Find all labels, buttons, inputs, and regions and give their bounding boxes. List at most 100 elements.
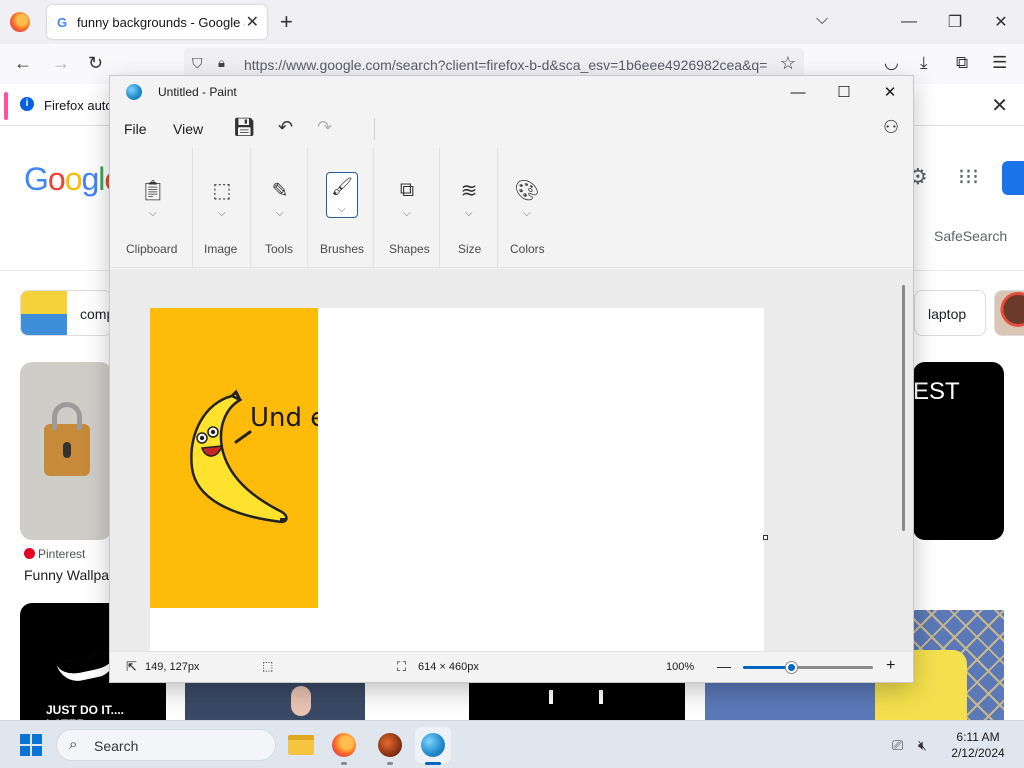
image-result-padlock[interactable] bbox=[20, 362, 112, 540]
chip-label: laptop bbox=[928, 306, 967, 322]
pocket-icon[interactable]: ◡ bbox=[884, 53, 899, 73]
file-menu[interactable]: File bbox=[124, 121, 147, 137]
view-menu[interactable]: View bbox=[173, 121, 203, 137]
chevron-down-icon[interactable]: ⌵ bbox=[338, 204, 346, 215]
paint-maximize-icon[interactable]: ☐ bbox=[821, 76, 867, 108]
paint-app-icon bbox=[126, 84, 142, 100]
clock-time: 6:11 AM bbox=[956, 730, 1000, 744]
chevron-down-icon[interactable]: ⌵ bbox=[403, 208, 411, 219]
paint-canvas[interactable]: Und e bbox=[150, 308, 764, 651]
sign-in-button[interactable] bbox=[1002, 161, 1024, 195]
windows-start-icon[interactable] bbox=[20, 734, 42, 756]
result-source[interactable]: Pinterest bbox=[24, 547, 85, 561]
chevron-down-icon[interactable]: ⌵ bbox=[149, 208, 157, 219]
new-tab-icon[interactable]: + bbox=[280, 9, 293, 35]
save-icon[interactable]: 💾︎ bbox=[233, 117, 256, 138]
close-tab-icon[interactable]: ✕ bbox=[246, 12, 259, 32]
back-arrow-icon[interactable]: ← bbox=[14, 53, 32, 74]
google-favicon-icon: G bbox=[57, 15, 68, 30]
network-icon[interactable]: ⎚ bbox=[892, 737, 903, 754]
close-window-icon[interactable]: ✕ bbox=[978, 0, 1024, 44]
undo-icon[interactable]: ↶ bbox=[278, 117, 293, 138]
forward-arrow-icon[interactable]: → bbox=[52, 53, 70, 74]
related-chip-comp[interactable]: comp bbox=[20, 290, 112, 336]
tools-icon[interactable]: ✎ bbox=[264, 174, 296, 206]
canvas-resize-handle[interactable] bbox=[763, 535, 768, 540]
ribbon-group-size: ≋ ⌵ Size bbox=[440, 148, 498, 268]
safesearch-button[interactable]: SafeSearch bbox=[934, 228, 1007, 244]
list-tabs-chevron-icon[interactable]: ⌵ bbox=[816, 11, 828, 29]
chevron-down-icon[interactable]: ⌵ bbox=[465, 208, 473, 219]
pasted-banana-image[interactable]: Und e bbox=[150, 308, 318, 608]
chevron-down-icon[interactable]: ⌵ bbox=[276, 208, 284, 219]
zoom-out-icon[interactable]: — bbox=[717, 658, 731, 674]
account-icon[interactable]: ⚇ bbox=[883, 117, 899, 138]
firefox-running-indicator bbox=[341, 762, 347, 765]
chevron-down-icon[interactable]: ⌵ bbox=[218, 208, 226, 219]
cartoon-figure bbox=[291, 686, 311, 716]
canvas-text: Und e bbox=[250, 403, 318, 433]
chip-label: comp bbox=[80, 306, 112, 322]
search-icon: ⌕ bbox=[69, 736, 78, 753]
taskbar-clock[interactable]: 6:11 AM 2/12/2024 bbox=[946, 729, 1010, 761]
palette-icon[interactable]: 🎨︎ bbox=[511, 174, 543, 206]
zoom-level[interactable]: 100% bbox=[666, 661, 694, 673]
browser-tab[interactable]: G funny backgrounds - Google Search ✕ bbox=[47, 5, 267, 39]
volume-muted-icon[interactable]: 🔇︎ bbox=[918, 737, 927, 754]
image-result-cartoon[interactable] bbox=[185, 682, 365, 722]
extensions-icon[interactable]: ⧉ bbox=[956, 53, 968, 73]
select-icon[interactable]: ⬚ bbox=[206, 174, 238, 206]
firefox-logo-icon[interactable] bbox=[10, 12, 30, 32]
ribbon-group-brushes: 🖌︎ ⌵ Brushes bbox=[308, 148, 374, 268]
paint-active-indicator bbox=[425, 762, 441, 765]
vertical-scrollbar[interactable] bbox=[902, 285, 905, 531]
taskbar-search[interactable]: ⌕ Search bbox=[56, 729, 276, 761]
bookmark-star-icon[interactable]: ☆ bbox=[780, 53, 796, 74]
downloads-icon[interactable]: ⤓ bbox=[920, 53, 928, 73]
close-notification-icon[interactable]: ✕ bbox=[991, 93, 1008, 118]
tracking-shield-icon[interactable]: ⛉ bbox=[192, 55, 203, 72]
lock-icon[interactable]: 🔒︎ bbox=[218, 55, 225, 71]
taskbar-file-explorer[interactable] bbox=[283, 727, 319, 763]
ribbon-label: Shapes bbox=[389, 242, 430, 256]
chip-thumbnail bbox=[995, 291, 1024, 335]
reload-icon[interactable]: ↻ bbox=[88, 53, 103, 74]
keyhole-icon bbox=[63, 442, 71, 458]
paint-close-icon[interactable]: ✕ bbox=[867, 76, 913, 108]
redo-icon[interactable]: ↷ bbox=[317, 117, 332, 138]
apps-grid-icon[interactable]: ⁝⁝⁝ bbox=[958, 164, 979, 190]
result-title[interactable]: Funny Wallpa bbox=[24, 567, 109, 583]
windows-taskbar: ⌕ Search ⎚ 🔇︎ 6:11 AM 2/12/2024 bbox=[0, 720, 1024, 768]
minimize-icon[interactable]: — bbox=[886, 0, 932, 44]
shapes-icon[interactable]: ⧉ bbox=[391, 174, 423, 206]
zoom-in-icon[interactable]: + bbox=[886, 657, 895, 675]
paint-menu-bar: File View 💾︎ ↶ ↷ ⚇ bbox=[110, 108, 913, 148]
taskbar-search-label: Search bbox=[94, 738, 139, 754]
zoom-slider-fill bbox=[743, 666, 793, 669]
ribbon-label: Image bbox=[204, 242, 238, 256]
browser-window-controls: — ❐ ✕ bbox=[886, 0, 1024, 44]
ribbon-group-colors: 🎨︎ ⌵ Colors bbox=[498, 148, 556, 268]
related-chip-laptop[interactable]: laptop bbox=[914, 290, 986, 336]
taskbar-paint[interactable] bbox=[415, 727, 451, 763]
restore-icon[interactable]: ❐ bbox=[932, 0, 978, 44]
clock-date: 2/12/2024 bbox=[951, 746, 1005, 760]
chevron-down-icon[interactable]: ⌵ bbox=[523, 208, 531, 219]
google-logo[interactable]: Google bbox=[24, 161, 122, 198]
cursor-pointer-icon: ⇱ bbox=[126, 659, 137, 674]
size-icon[interactable]: ≋ bbox=[453, 174, 485, 206]
taskbar-firefox[interactable] bbox=[326, 727, 362, 763]
zoom-slider[interactable] bbox=[743, 662, 873, 673]
clipboard-icon[interactable]: 📋︎ bbox=[137, 174, 169, 206]
image-result-figures[interactable] bbox=[469, 682, 685, 722]
url-text[interactable]: https://www.google.com/search?client=fir… bbox=[244, 57, 769, 73]
taskbar-app-bird[interactable] bbox=[372, 727, 408, 763]
related-chip-person[interactable] bbox=[994, 290, 1024, 336]
zoom-slider-thumb[interactable] bbox=[786, 662, 798, 673]
paint-title-bar[interactable]: Untitled - Paint — ☐ ✕ bbox=[110, 76, 913, 108]
paint-canvas-area[interactable]: Und e bbox=[110, 269, 913, 651]
pinterest-icon bbox=[24, 548, 35, 559]
image-result-dark[interactable]: EST bbox=[913, 362, 1004, 540]
paint-minimize-icon[interactable]: — bbox=[775, 76, 821, 108]
hamburger-menu-icon[interactable]: ☰ bbox=[992, 53, 1007, 73]
